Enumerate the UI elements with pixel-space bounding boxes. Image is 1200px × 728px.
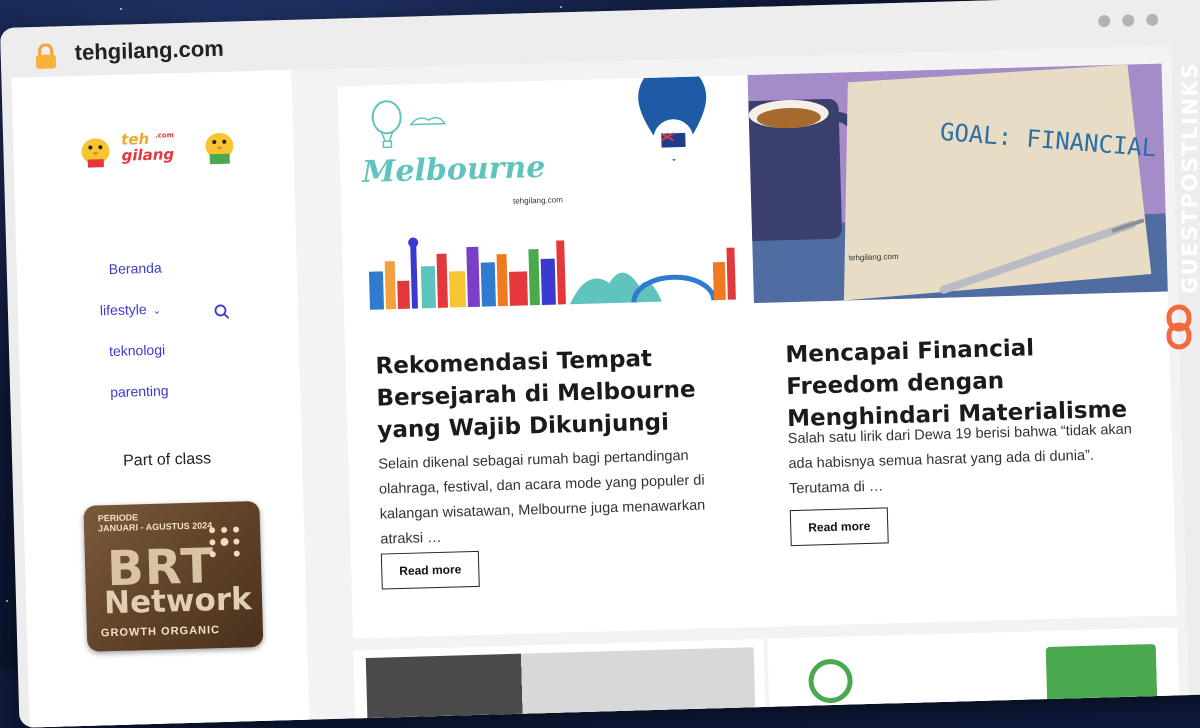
window-dot-icon[interactable] [1098, 14, 1111, 28]
nav-item-label: lifestyle [99, 301, 147, 319]
post-card [767, 627, 1180, 719]
badge-network-text: Network [103, 581, 253, 622]
post-card: Melbourne tehgilang.com Rekomendasi Temp… [337, 75, 764, 639]
badge-tagline: GROWTH ORGANIC [100, 624, 221, 640]
part-of-class-heading: Part of class [122, 450, 212, 470]
chain-link-icon [1166, 304, 1192, 350]
post-thumbnail-melbourne[interactable]: Melbourne tehgilang.com [337, 75, 754, 315]
sidebar: teh .com gilang Beranda lifestyle ⌄ tekno… [11, 69, 310, 728]
search-icon[interactable] [214, 304, 231, 325]
star [6, 600, 8, 602]
window-dot-icon[interactable] [1122, 14, 1135, 27]
post-thumbnail[interactable] [1045, 643, 1158, 712]
thumb-watermark: tehgilang.com [849, 252, 899, 262]
logo-text-com: .com [155, 131, 174, 140]
chevron-down-icon[interactable]: ⌄ [153, 306, 162, 317]
logo-text-bottom: gilang [121, 145, 174, 164]
thumb-melbourne-text: Melbourne [361, 150, 546, 190]
nav-item-lifestyle[interactable]: lifestyle ⌄ [99, 286, 258, 331]
badge-period: PERIODE JANUARI - AGUSTUS 2024 [98, 510, 213, 533]
nav-item-label: Beranda [108, 259, 162, 278]
guestpostlinks-text: GUESTPOSTLINKS [1178, 62, 1200, 294]
star [560, 6, 562, 8]
badge-dots-icon [209, 526, 240, 558]
browser-window: tehgilang.com teh .com gilang Beranda li… [0, 0, 1200, 728]
thumb-watermark: tehgilang.com [513, 195, 563, 205]
post-card: GOAL: FINANCIAL FREEDOM tehgilang.com Me… [747, 63, 1177, 627]
main-nav: Beranda lifestyle ⌄ teknologi parenting [100, 245, 261, 413]
read-more-button[interactable]: Read more [789, 507, 889, 547]
post-card [353, 638, 766, 728]
post-thumbnail-financial-freedom[interactable]: GOAL: FINANCIAL FREEDOM tehgilang.com [747, 63, 1168, 304]
window-controls [1098, 13, 1159, 28]
nav-item-parenting[interactable]: parenting [110, 368, 261, 413]
post-thumbnail-icon [807, 658, 854, 704]
nav-item-label: parenting [109, 382, 169, 401]
site-logo[interactable]: teh .com gilang [73, 117, 244, 174]
window-dot-icon[interactable] [1146, 13, 1159, 26]
read-more-button[interactable]: Read more [380, 550, 480, 590]
post-excerpt: Selain dikenal sebagai rumah bagi pertan… [378, 447, 706, 548]
page-viewport: teh .com gilang Beranda lifestyle ⌄ tekno… [11, 45, 1190, 728]
post-excerpt: Salah satu lirik dari Dewa 19 berisi bah… [787, 421, 1133, 497]
post-title[interactable]: Rekomendasi Tempat Bersejarah di Melbour… [375, 341, 738, 447]
nav-item-label: teknologi [108, 341, 166, 360]
badge-period-value: JANUARI - AGUSTUS 2024 [97, 520, 213, 534]
post-thumbnail[interactable] [365, 647, 756, 728]
nav-item-teknologi[interactable]: teknologi [109, 327, 260, 372]
guestpostlinks-watermark: GUESTPOSTLINKS [1154, 56, 1200, 356]
nav-item-beranda[interactable]: Beranda [106, 245, 257, 290]
address-bar-url[interactable]: tehgilang.com [74, 36, 224, 66]
lock-icon [34, 43, 57, 75]
star [120, 8, 122, 10]
brt-network-badge[interactable]: PERIODE JANUARI - AGUSTUS 2024 BRT Netwo… [83, 500, 264, 652]
